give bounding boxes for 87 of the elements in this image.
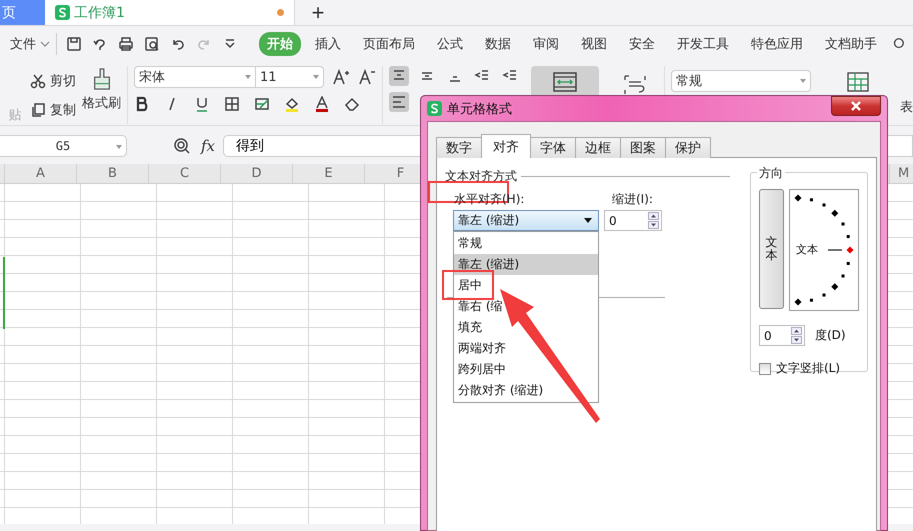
horizontal-align-dropdown[interactable]: 靠左 (缩进) [453,210,599,231]
eraser-icon[interactable] [344,96,360,112]
ribbon-tab[interactable]: 数据 [477,32,519,56]
field-label: 度(D) [815,327,846,344]
spreadsheet-icon [55,5,70,20]
dropdown-option[interactable]: 跨列居中 [454,359,598,380]
print-icon[interactable] [118,36,134,52]
column-header[interactable]: E [293,164,365,183]
shrink-font-icon[interactable] [358,69,376,85]
borders-icon[interactable] [224,96,240,112]
dial-label: 文本 [796,242,818,257]
table-label: 表 [900,99,913,116]
column-header[interactable]: C [149,164,221,183]
underline-icon[interactable] [194,96,210,112]
dialog-tab[interactable]: 保护 [665,137,711,158]
spin-up-icon[interactable] [648,212,659,220]
column-header[interactable]: B [77,164,149,183]
dropdown-option[interactable]: 靠右 (缩 [454,296,598,317]
name-box[interactable]: G5 [0,135,127,157]
ribbon-tab[interactable]: 插入 [307,32,349,56]
vertical-text-button[interactable]: 文本 [759,189,784,309]
spin-up-icon[interactable] [791,327,802,335]
dialog-tab[interactable]: 对齐 [481,134,531,158]
dialog-title: 单元格格式 [447,100,512,118]
caret-icon [584,218,592,223]
column-header[interactable]: M [889,164,913,183]
spin-down-icon[interactable] [648,221,659,229]
cut-button[interactable]: 剪切 [30,72,76,90]
save-icon[interactable] [66,36,82,52]
spin-down-icon[interactable] [791,336,802,344]
selection-edge [3,257,5,329]
font-size-field[interactable]: 11 [256,66,324,88]
copy-button[interactable]: 复制 [30,100,76,118]
checkbox[interactable] [759,362,771,374]
dialog-tab[interactable]: 字体 [530,137,576,158]
ribbon-tab[interactable]: 安全 [621,32,663,56]
function-label[interactable]: fx [201,137,216,155]
ribbon-tab[interactable]: 公式 [429,32,471,56]
dialog-tab[interactable]: 边框 [575,137,621,158]
column-header[interactable]: A [5,164,77,183]
bold-icon[interactable] [134,96,150,112]
dropdown-option[interactable]: 两端对齐 [454,338,598,359]
degrees-field[interactable]: 0 [759,325,805,346]
fill-color-icon[interactable] [284,96,300,112]
ribbon-tab[interactable]: 页面布局 [355,32,423,56]
dialog-tab[interactable]: 数字 [436,137,482,158]
field-label: 缩进(I): [612,191,653,208]
ribbon-tab[interactable]: 审阅 [525,32,567,56]
print-preview-icon[interactable] [144,36,160,52]
checkbox-label: 文字竖排(L) [776,360,840,377]
table-style-icon[interactable] [847,72,869,92]
ribbon-tab[interactable]: 视图 [573,32,615,56]
dropdown-option[interactable]: 常规 [454,233,598,254]
font-color-icon[interactable] [314,96,330,112]
merge-cells-icon [553,72,577,92]
column-header[interactable]: D [221,164,293,183]
file-menu[interactable]: 文件 [6,35,40,53]
dropdown-option[interactable]: 填充 [454,317,598,338]
fill-pattern-icon[interactable] [254,96,270,112]
ribbon-tab[interactable]: 文档助手 [817,32,885,56]
align-left-icon[interactable] [389,92,409,112]
number-format-field[interactable]: 常规 [671,70,811,92]
indent-field[interactable]: 0 [604,210,662,231]
dialog-tab[interactable]: 图案 [620,137,666,158]
format-painter-button[interactable]: 格式刷 [82,66,121,124]
font-name-field[interactable]: 宋体 [134,66,256,88]
align-top-icon[interactable] [389,66,409,86]
dropdown-option[interactable]: 靠左 (缩进) [454,254,598,275]
zoom-icon[interactable] [173,137,191,155]
spreadsheet-icon [427,101,442,116]
chevron-down-icon[interactable] [40,41,50,47]
close-button[interactable] [831,96,881,116]
ribbon-tab[interactable]: 特色应用 [743,32,811,56]
dropdown-option[interactable]: 分散对齐 (缩进) [454,380,598,401]
dropdown-option[interactable]: 居中 [454,275,598,296]
grow-font-icon[interactable] [332,69,350,85]
tab-label: 工作簿1 [74,4,125,22]
close-icon [850,101,862,111]
group-title: 文本对齐方式 [445,168,517,185]
wrap-text-icon[interactable] [623,74,647,96]
scissors-icon [30,72,46,88]
highlight-frame [442,270,494,300]
document-tab[interactable]: 工作簿1 [45,0,295,25]
new-tab-button[interactable]: + [295,0,341,25]
copy-icon [30,102,46,118]
orientation-dial[interactable]: 文本 [789,189,859,311]
ribbon-tab[interactable]: 开发工具 [669,32,737,56]
